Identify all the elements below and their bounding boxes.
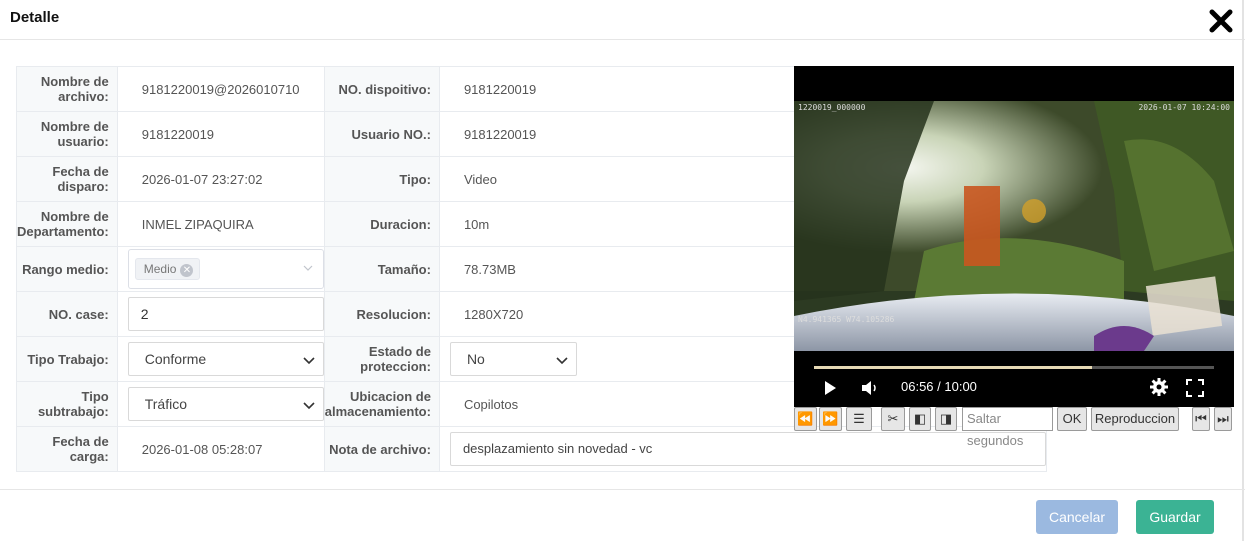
fast-forward-icon[interactable]: ⏩ — [819, 407, 842, 431]
nota-cell: desplazamiento sin novedad - vc — [438, 426, 1047, 472]
skip-end-icon[interactable]: ⏭ — [1214, 407, 1232, 431]
video-player[interactable]: 1220019_000000 2026-01-07 10:24:00 N4.94… — [794, 66, 1234, 407]
chevron-down-icon — [303, 357, 315, 365]
nota-input[interactable]: desplazamiento sin novedad - vc — [449, 432, 1046, 466]
footer-divider — [0, 489, 1245, 490]
no-case-cell: 2 — [116, 291, 325, 337]
label-nota: Nota de archivo: — [323, 426, 440, 472]
label-tipo: Tipo: — [323, 156, 440, 202]
video-frame: 1220019_000000 2026-01-07 10:24:00 N4.94… — [794, 101, 1234, 351]
chevron-down-icon — [303, 402, 315, 410]
list-icon[interactable]: ☰ — [846, 407, 872, 431]
seek-ok-button[interactable]: OK — [1057, 407, 1087, 431]
no-case-input[interactable]: 2 — [127, 297, 324, 331]
label-nombre-usuario: Nombre de usuario: — [16, 111, 118, 157]
seek-seconds-input[interactable]: Saltar segundos — [962, 407, 1053, 448]
label-estado-proteccion: Estado de proteccion: — [323, 336, 440, 382]
label-ubicacion: Ubicacion de almacenamiento: — [323, 381, 440, 427]
osd-gps: N4.941365 W74.105286 — [798, 315, 895, 324]
value-nombre-archivo: 9181220019@2026010710 — [116, 66, 325, 112]
tipo-subtrabajo-cell: Tráfico — [116, 381, 325, 427]
label-nombre-archivo: Nombre de archivo: — [16, 66, 118, 112]
label-departamento: Nombre de Departamento: — [16, 201, 118, 247]
value-nombre-usuario: 9181220019 — [116, 111, 325, 157]
scissors-icon[interactable]: ✂ — [881, 407, 905, 431]
estado-proteccion-value: No — [466, 351, 485, 367]
save-button[interactable]: Guardar — [1136, 500, 1214, 534]
label-resolucion: Resolucion: — [323, 291, 440, 337]
video-progress-fill — [814, 366, 1092, 369]
rango-medio-select[interactable]: Medio ✕ — [127, 249, 324, 289]
gear-icon[interactable] — [1149, 377, 1169, 397]
step-forward-icon[interactable]: ◨ — [935, 407, 957, 431]
tipo-trabajo-select[interactable]: Conforme — [127, 342, 324, 376]
label-rango-medio: Rango medio: — [16, 246, 118, 292]
video-time: 06:56 / 10:00 — [901, 379, 977, 394]
rango-medio-cell: Medio ✕ — [116, 246, 325, 292]
fullscreen-icon[interactable] — [1186, 379, 1204, 397]
tipo-trabajo-value: Conforme — [144, 351, 207, 367]
cancel-button[interactable]: Cancelar — [1036, 500, 1118, 534]
play-icon[interactable] — [822, 380, 838, 396]
video-progress-bar[interactable] — [814, 366, 1214, 369]
label-duracion: Duracion: — [323, 201, 440, 247]
playback-button[interactable]: Reproduccion — [1091, 407, 1179, 431]
video-scene — [794, 101, 1234, 351]
close-icon[interactable] — [1208, 8, 1234, 34]
rango-medio-tag: Medio ✕ — [134, 258, 201, 280]
value-fecha-disparo: 2026-01-07 23:27:02 — [116, 156, 325, 202]
osd-timestamp: 2026-01-07 10:24:00 — [1138, 103, 1230, 112]
label-fecha-disparo: Fecha de disparo: — [16, 156, 118, 202]
chevron-down-icon — [303, 265, 313, 271]
tag-remove-icon[interactable]: ✕ — [180, 264, 194, 277]
label-no-dispositivo: NO. dispoitivo: — [323, 66, 440, 112]
skip-start-icon[interactable]: ⏮ — [1192, 407, 1210, 431]
step-back-icon[interactable]: ◧ — [909, 407, 931, 431]
rango-medio-tag-label: Medio — [143, 262, 177, 276]
detail-modal: Detalle Nombre de archivo: 9181220019@20… — [0, 0, 1245, 541]
window-edge — [1242, 0, 1244, 541]
tipo-trabajo-cell: Conforme — [116, 336, 325, 382]
label-tipo-trabajo: Tipo Trabajo: — [16, 336, 118, 382]
label-usuario-no: Usuario NO.: — [323, 111, 440, 157]
value-departamento: INMEL ZIPAQUIRA — [116, 201, 325, 247]
chevron-down-icon — [556, 357, 568, 365]
label-no-case: NO. case: — [16, 291, 118, 337]
video-toolbar: ⏪ ⏩ ☰ ✂ ◧ ◨ Saltar segundos OK Reproducc… — [794, 407, 1234, 448]
value-fecha-carga: 2026-01-08 05:28:07 — [116, 426, 325, 472]
rewind-icon[interactable]: ⏪ — [794, 407, 817, 431]
modal-header: Detalle — [0, 0, 1245, 40]
estado-proteccion-select[interactable]: No — [449, 342, 577, 376]
tipo-subtrabajo-value: Tráfico — [144, 396, 188, 412]
label-fecha-carga: Fecha de carga: — [16, 426, 118, 472]
label-tipo-subtrabajo: Tipo subtrabajo: — [16, 381, 118, 427]
label-tamano: Tamaño: — [323, 246, 440, 292]
modal-title: Detalle — [10, 9, 60, 26]
volume-icon[interactable] — [860, 380, 880, 396]
tipo-subtrabajo-select[interactable]: Tráfico — [127, 387, 324, 421]
osd-camera-id: 1220019_000000 — [798, 103, 866, 112]
